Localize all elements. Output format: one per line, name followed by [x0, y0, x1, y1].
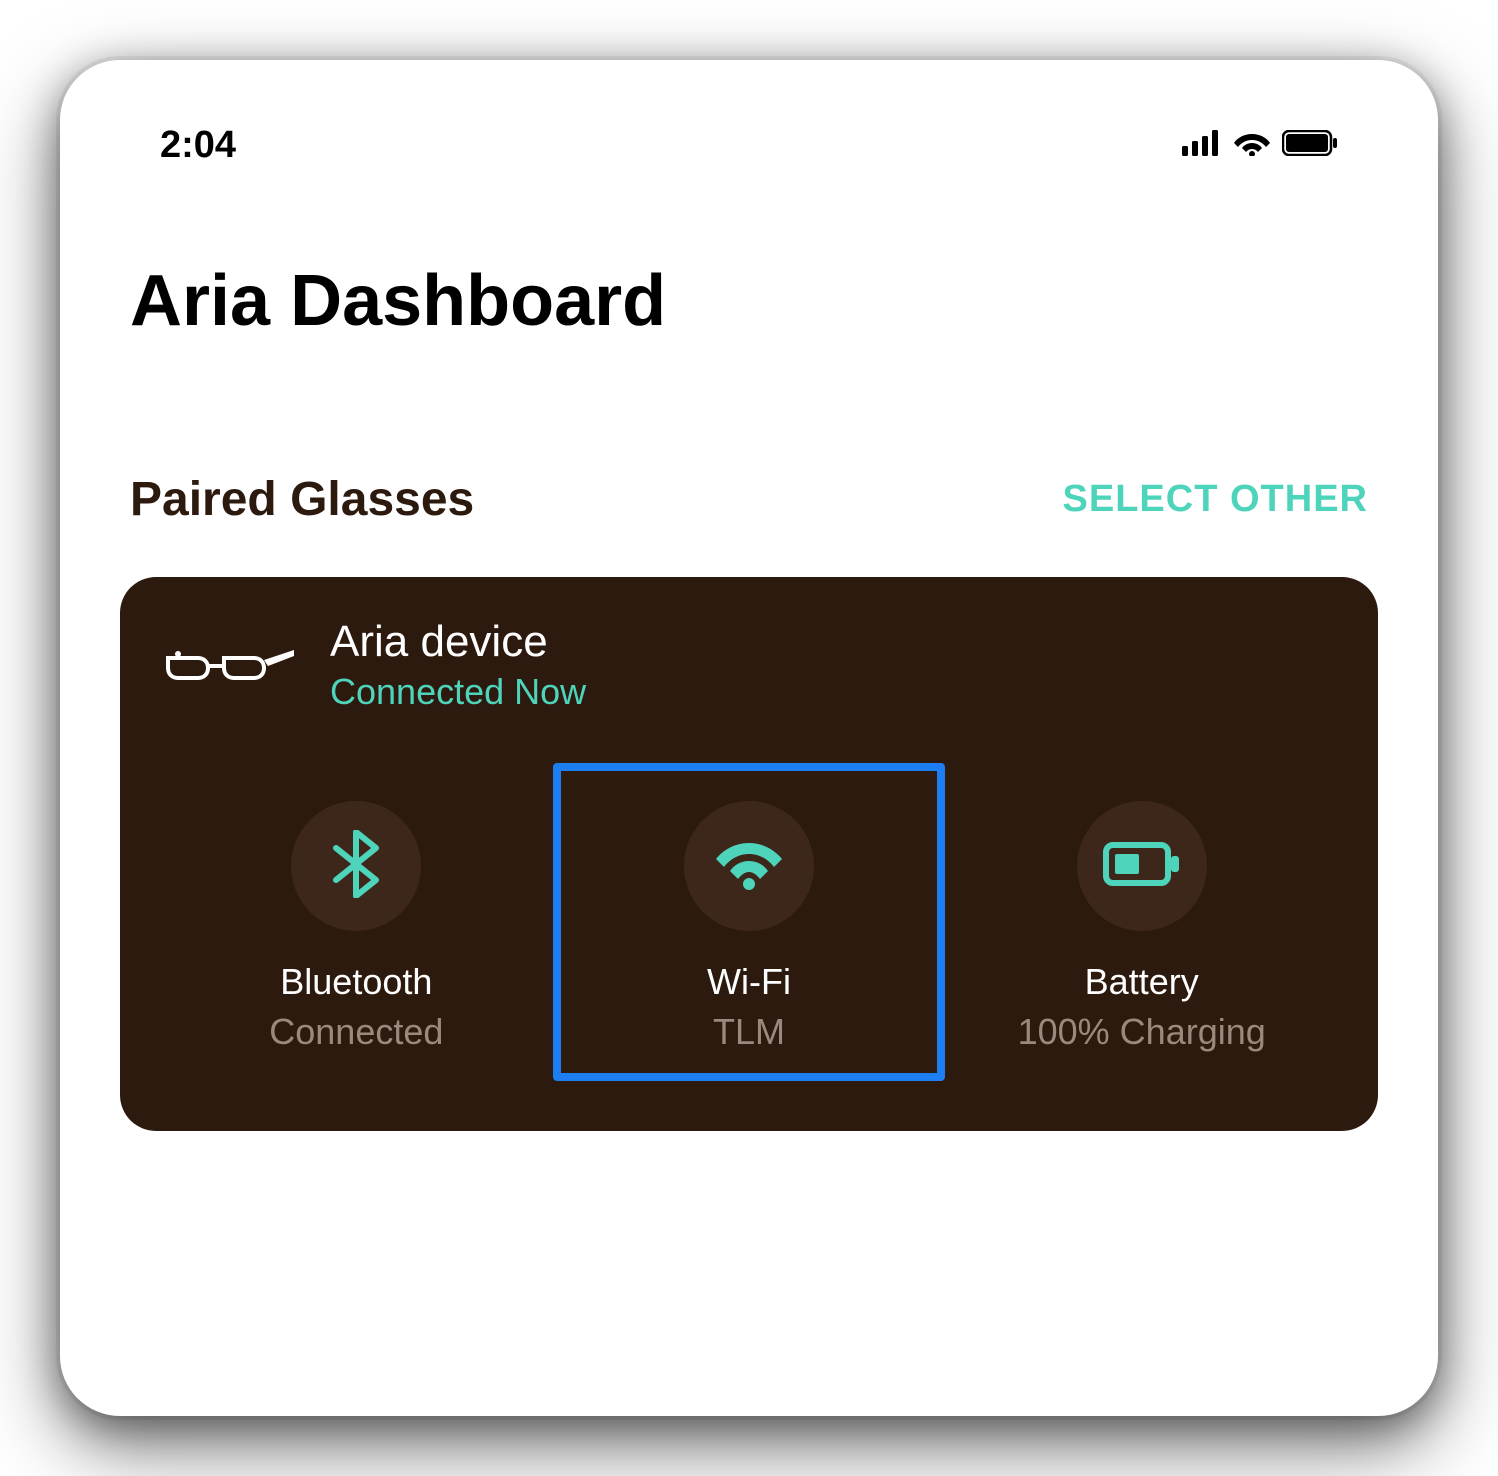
- app-screen: 2:04: [60, 60, 1438, 1416]
- bluetooth-label: Bluetooth: [280, 961, 432, 1003]
- section-title: Paired Glasses: [130, 472, 474, 527]
- battery-label: Battery: [1085, 961, 1199, 1003]
- bluetooth-icon: [332, 830, 380, 903]
- page-title: Aria Dashboard: [120, 260, 1378, 342]
- status-icons: [1182, 130, 1338, 161]
- status-bar: 2:04: [120, 110, 1378, 170]
- wifi-tile[interactable]: Wi-Fi TLM: [553, 763, 946, 1081]
- glasses-icon: [160, 638, 300, 693]
- battery-icon-circle: [1077, 801, 1207, 931]
- bluetooth-value: Connected: [269, 1011, 443, 1053]
- battery-value: 100% Charging: [1018, 1011, 1266, 1053]
- battery-icon: [1103, 842, 1181, 891]
- device-header: Aria device Connected Now: [160, 617, 1338, 713]
- wifi-icon-circle: [684, 801, 814, 931]
- bluetooth-icon-circle: [291, 801, 421, 931]
- cellular-signal-icon: [1182, 130, 1222, 161]
- device-connection-status: Connected Now: [330, 671, 586, 713]
- wifi-icon: [714, 837, 784, 896]
- paired-device-card: Aria device Connected Now Bluetooth Conn…: [120, 577, 1378, 1131]
- device-info: Aria device Connected Now: [330, 617, 586, 713]
- wifi-status-icon: [1234, 130, 1270, 161]
- select-other-button[interactable]: SELECT OTHER: [1063, 478, 1368, 521]
- wifi-value: TLM: [713, 1011, 785, 1053]
- battery-status-icon: [1282, 130, 1338, 161]
- section-header: Paired Glasses SELECT OTHER: [120, 472, 1378, 527]
- bluetooth-tile[interactable]: Bluetooth Connected: [160, 763, 553, 1081]
- battery-tile[interactable]: Battery 100% Charging: [945, 763, 1338, 1081]
- device-name: Aria device: [330, 617, 586, 667]
- status-tiles-row: Bluetooth Connected Wi-Fi TLM: [160, 763, 1338, 1081]
- wifi-label: Wi-Fi: [707, 961, 791, 1003]
- status-time: 2:04: [160, 124, 236, 167]
